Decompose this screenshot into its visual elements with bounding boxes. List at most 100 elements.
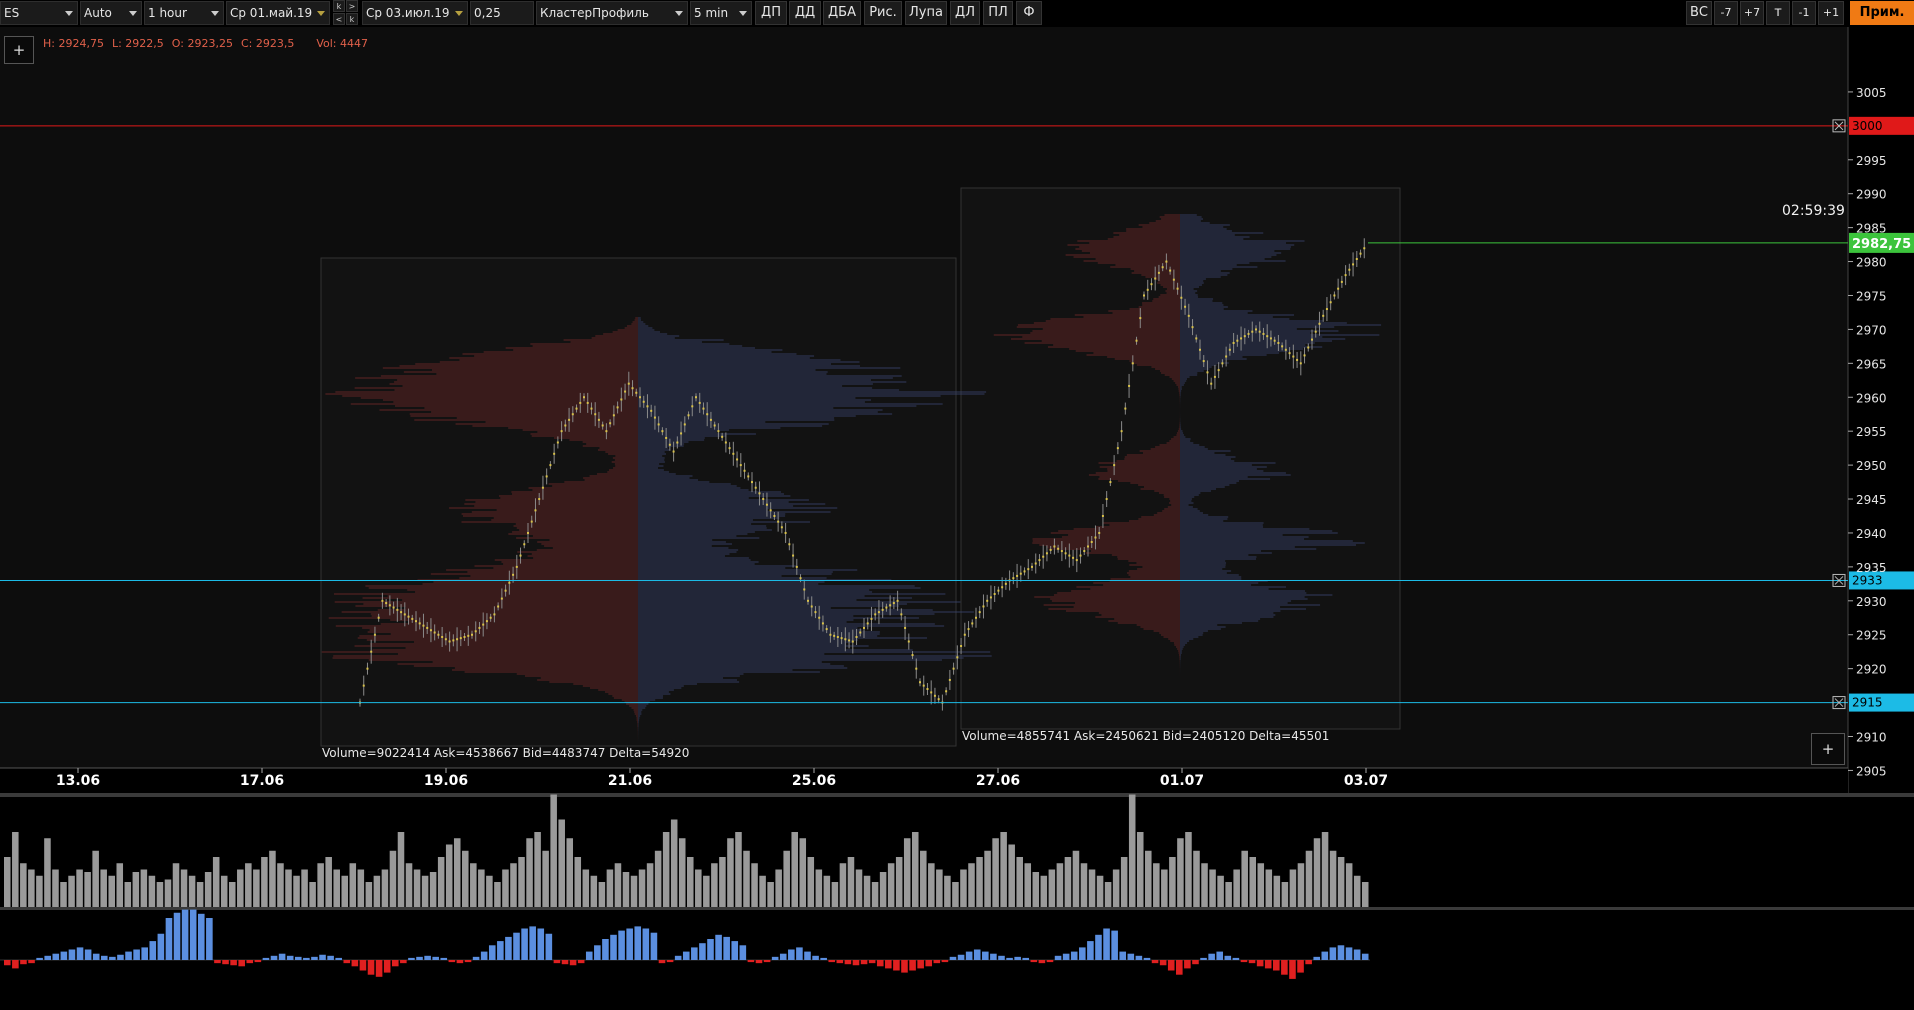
candle-body (601, 424, 604, 427)
delta-bar-positive (1103, 928, 1110, 960)
delta-bar-positive (497, 941, 504, 960)
candle-body (366, 667, 369, 670)
delta-bar-positive (682, 951, 690, 960)
delta-bar-positive (1006, 957, 1013, 960)
volume-bar (920, 850, 927, 907)
delta-bar-negative (1248, 960, 1256, 964)
volume-bar (791, 832, 798, 907)
volume-bar (116, 863, 124, 907)
volume-bar (590, 875, 598, 907)
price-tick-label: 2910 (1856, 731, 1887, 745)
delta-bar-positive (262, 957, 270, 960)
volume-bar (220, 875, 228, 907)
candle-body (900, 613, 903, 616)
candle-body (471, 633, 473, 636)
delta-bar-positive (416, 956, 423, 960)
candle-body (508, 581, 511, 584)
volume-bar (1265, 869, 1273, 907)
delta-bar-positive (100, 955, 108, 960)
candle-body (422, 624, 425, 627)
volume-bar (68, 875, 75, 907)
price-tick-label: 2985 (1856, 222, 1887, 236)
profile-stats-1: Volume=9022414 Ask=4538667 Bid=4483747 D… (322, 746, 690, 760)
delta-bar-positive (109, 956, 116, 960)
candle-body (1281, 345, 1284, 348)
delta-bar-negative (876, 960, 884, 967)
delta-bar-positive (1353, 949, 1361, 960)
candle-body (538, 498, 541, 501)
volume-bar (783, 850, 790, 907)
delta-bar-positive (723, 936, 730, 960)
candle-body (709, 418, 712, 421)
pane-splitter[interactable] (0, 907, 1914, 910)
delta-bar-negative (400, 960, 407, 964)
delta-bar-negative (909, 960, 916, 971)
delta-bar-negative (1151, 960, 1159, 964)
candle-body (1057, 547, 1060, 550)
delta-bar-negative (1046, 960, 1054, 963)
candle-body (590, 407, 593, 410)
candle-body (691, 405, 694, 408)
delta-bar-positive (1014, 956, 1021, 960)
price-tick-label: 2905 (1856, 764, 1887, 778)
candle-body (818, 616, 821, 619)
delta-bar-positive (189, 909, 197, 960)
volume-bar (502, 869, 509, 907)
delta-bar-negative (852, 960, 860, 966)
volume-bar (60, 882, 67, 907)
delta-bar-positive (1232, 957, 1240, 960)
volume-bar (453, 838, 461, 907)
delta-bar-positive (1200, 957, 1207, 960)
delta-bar-negative (747, 960, 755, 963)
candle-body (1079, 554, 1082, 557)
volume-bar (1024, 863, 1032, 907)
chart-canvas[interactable]: 3000 2933 2915 2982,75 3005 2995 2990 2985 2980… (0, 0, 1914, 1010)
volume-bar (630, 875, 638, 907)
volume-bar (598, 882, 606, 907)
candle-body (1240, 337, 1243, 340)
delta-bar-positive (319, 954, 326, 960)
ohlc-high: H: 2924,75 (43, 37, 104, 50)
add-profile-button[interactable]: + (1811, 733, 1845, 765)
volume-bar (952, 882, 959, 907)
candle-body (1128, 384, 1131, 387)
delta-bar-positive (505, 936, 512, 960)
delta-bar-negative (868, 960, 876, 964)
volume-bar (510, 863, 517, 907)
candle-body (388, 604, 391, 607)
delta-bar-positive (125, 951, 132, 960)
volume-bar (542, 850, 549, 907)
profile-stats-2: Volume=4855741 Ask=2450621 Bid=2405120 D… (962, 729, 1330, 743)
pane-splitter[interactable] (0, 793, 1914, 797)
candle-body (1210, 382, 1213, 385)
candle-body (702, 407, 705, 410)
delta-bar-positive (610, 934, 617, 960)
candle-body (579, 401, 582, 404)
add-indicator-button[interactable]: + (4, 36, 34, 64)
volume-bar (887, 863, 895, 907)
delta-bar-positive (731, 941, 739, 960)
volume-bar (1225, 882, 1232, 907)
volume-bar (614, 863, 622, 907)
candle-body (863, 626, 865, 629)
candle-body (1296, 358, 1299, 361)
volume-bar (445, 844, 453, 907)
candle-body (500, 597, 503, 600)
candle-body (653, 416, 656, 419)
candle-body (851, 640, 854, 643)
date-tick-label: 19.06 (424, 773, 468, 789)
volume-bar (44, 838, 51, 907)
delta-bar-positive (699, 943, 706, 960)
volume-bar (863, 875, 871, 907)
volume-bar (269, 850, 276, 907)
price-tick-label: 2920 (1856, 663, 1887, 677)
candle-body (523, 543, 526, 546)
price-axis-background (1848, 27, 1914, 793)
volume-bar (1136, 832, 1144, 907)
volume-bar (1345, 863, 1353, 907)
delta-bar-negative (12, 960, 19, 969)
volume-bar (212, 857, 220, 907)
candle-body (769, 509, 772, 512)
candle-body (1105, 498, 1108, 501)
candle-body (1001, 586, 1004, 589)
